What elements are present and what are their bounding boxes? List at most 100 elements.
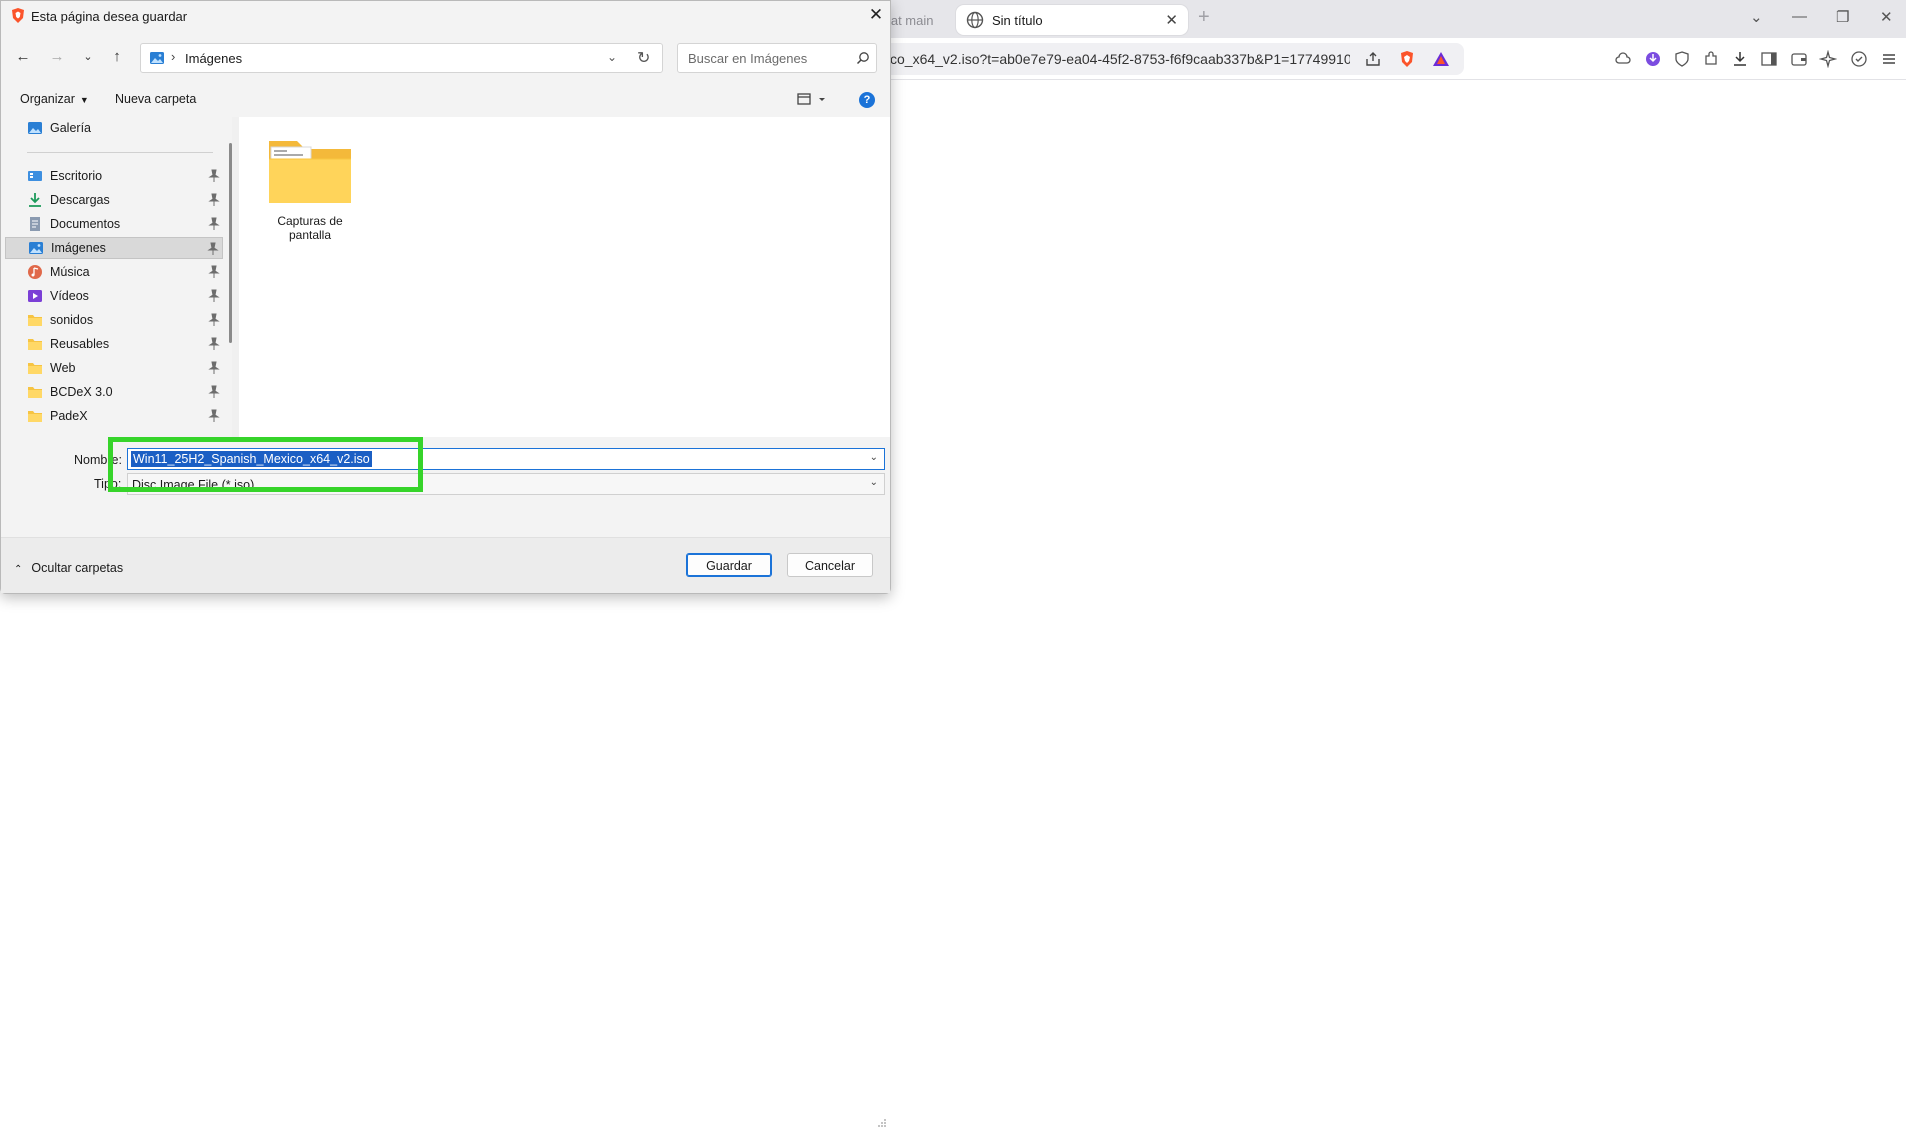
share-icon[interactable] — [1364, 50, 1382, 68]
globe-icon — [966, 11, 984, 29]
pin-icon[interactable] — [208, 313, 220, 327]
nav-item-documents[interactable]: Documentos — [5, 213, 223, 235]
navigation-pane: Galería Escritorio Descargas Documentos … — [1, 117, 237, 437]
url-bar[interactable]: co_x64_v2.iso?t=ab0e7e79-ea04-45f2-8753-… — [880, 43, 1464, 75]
url-text: co_x64_v2.iso?t=ab0e7e79-ea04-45f2-8753-… — [890, 51, 1350, 67]
nav-item-label: Descargas — [50, 193, 110, 207]
organize-button[interactable]: Organizar ▼ — [20, 92, 89, 106]
vpn-icon[interactable] — [1644, 50, 1662, 68]
browser-tab-active[interactable]: Sin título ✕ — [956, 5, 1188, 35]
address-bar[interactable]: › Imágenes ⌄ ↻ — [140, 43, 663, 73]
nav-item-folder-sonidos[interactable]: sonidos — [5, 309, 223, 331]
nav-item-downloads[interactable]: Descargas — [5, 189, 223, 211]
extensions-icon[interactable] — [1702, 50, 1720, 68]
dialog-close-icon[interactable]: ✕ — [865, 4, 887, 26]
pin-icon[interactable] — [208, 385, 220, 399]
search-icon[interactable] — [856, 51, 870, 65]
nav-item-label: Web — [50, 361, 76, 375]
back-arrow-icon[interactable]: ← — [13, 47, 33, 67]
hide-folders-button[interactable]: ⌃ Ocultar carpetas — [14, 561, 123, 575]
pictures-icon — [150, 52, 164, 64]
nav-item-desktop[interactable]: Escritorio — [5, 165, 223, 187]
pin-icon[interactable] — [208, 193, 220, 207]
folder-icon — [269, 141, 351, 203]
gallery-icon — [28, 122, 42, 134]
up-arrow-icon[interactable]: ↑ — [107, 47, 127, 67]
nav-item-label: BCDeX 3.0 — [50, 385, 113, 399]
pin-icon[interactable] — [208, 409, 220, 423]
restore-icon[interactable]: ❐ — [1836, 8, 1849, 26]
file-name-dropdown-chevron-icon[interactable]: ⌄ — [870, 452, 878, 463]
brave-shield-icon[interactable] — [1398, 50, 1416, 68]
command-bar: Organizar ▼ Nueva carpeta ? — [1, 85, 890, 115]
folder-icon — [28, 339, 42, 350]
save-file-dialog: Esta página desea guardar ✕ ← → ⌄ ↑ › Im… — [0, 0, 891, 1127]
nav-item-videos[interactable]: Vídeos — [5, 285, 223, 307]
pin-icon[interactable] — [208, 217, 220, 231]
cancel-button[interactable]: Cancelar — [787, 553, 873, 577]
nav-item-label: Documentos — [50, 217, 121, 231]
forward-arrow-icon[interactable]: → — [47, 47, 67, 67]
address-dropdown-chevron-icon[interactable]: ⌄ — [607, 50, 617, 64]
nav-item-label: Música — [50, 265, 90, 279]
brave-lion-icon — [12, 8, 24, 23]
cloud-icon[interactable] — [1614, 50, 1632, 68]
pin-icon[interactable] — [208, 361, 220, 375]
nav-item-folder-bcdex[interactable]: BCDeX 3.0 — [5, 381, 223, 403]
documents-icon — [30, 217, 40, 231]
pin-icon[interactable] — [208, 169, 220, 183]
nav-item-pictures[interactable]: Imágenes — [5, 237, 223, 259]
folder-icon — [28, 315, 42, 326]
nav-item-label: Escritorio — [50, 169, 103, 183]
pin-icon[interactable] — [208, 337, 220, 351]
nav-item-label: Imágenes — [51, 241, 106, 255]
file-list-area[interactable]: Capturas de pantalla — [239, 117, 890, 437]
nav-item-folder-web[interactable]: Web — [5, 357, 223, 379]
brave-vpn-icon[interactable] — [1850, 50, 1868, 68]
nav-item-label: Galería — [50, 121, 91, 135]
annotation-highlight-box — [108, 437, 423, 492]
nav-item-label: Reusables — [50, 337, 110, 351]
menu-icon[interactable] — [1880, 50, 1898, 68]
leo-ai-icon[interactable] — [1819, 50, 1837, 68]
dialog-titlebar[interactable]: Esta página desea guardar ✕ — [1, 1, 890, 31]
brave-rewards-icon[interactable] — [1432, 50, 1450, 68]
breadcrumb-location[interactable]: Imágenes — [185, 51, 242, 66]
nav-item-folder-reusables[interactable]: Reusables — [5, 333, 223, 355]
nav-item-folder-padex[interactable]: PadeX — [5, 405, 223, 427]
new-folder-button[interactable]: Nueva carpeta — [115, 92, 196, 106]
download-icon[interactable] — [1731, 50, 1749, 68]
new-tab-icon[interactable]: + — [1198, 6, 1210, 29]
sidebar-icon[interactable] — [1760, 50, 1778, 68]
tab-close-icon[interactable]: ✕ — [1165, 11, 1178, 29]
tab-title: Sin título — [992, 12, 1043, 28]
tab-list-chevron-icon[interactable]: ⌄ — [1750, 8, 1763, 26]
pin-icon[interactable] — [208, 265, 220, 279]
view-options-icon[interactable] — [797, 91, 831, 109]
folder-item-screenshots[interactable]: Capturas de pantalla — [265, 135, 355, 242]
nav-item-music[interactable]: Música — [5, 261, 223, 283]
shield-icon[interactable] — [1673, 50, 1691, 68]
pin-icon[interactable] — [208, 289, 220, 303]
nav-item-label: PadeX — [50, 409, 88, 423]
resize-grip-icon[interactable] — [877, 1118, 887, 1128]
dialog-footer: ⌃ Ocultar carpetas Guardar Cancelar — [1, 537, 890, 1127]
file-type-dropdown-chevron-icon[interactable]: ⌄ — [870, 477, 878, 488]
recent-locations-chevron-icon[interactable]: ⌄ — [78, 47, 98, 67]
pictures-icon — [29, 242, 43, 254]
pin-icon[interactable] — [207, 242, 219, 256]
nav-item-label: Vídeos — [50, 289, 89, 303]
nav-item-gallery[interactable]: Galería — [5, 117, 223, 139]
nav-divider — [27, 152, 213, 153]
help-icon[interactable]: ? — [859, 92, 875, 108]
search-box[interactable] — [677, 43, 877, 73]
breadcrumb-separator-icon: › — [171, 49, 176, 64]
window-close-icon[interactable]: ✕ — [1880, 8, 1893, 26]
save-button[interactable]: Guardar — [686, 553, 772, 577]
refresh-icon[interactable]: ↻ — [637, 48, 650, 68]
minimize-icon[interactable]: — — [1792, 8, 1807, 25]
pane-splitter[interactable] — [232, 117, 239, 437]
search-input[interactable] — [686, 49, 846, 67]
dialog-title: Esta página desea guardar — [31, 9, 188, 24]
wallet-icon[interactable] — [1790, 50, 1808, 68]
